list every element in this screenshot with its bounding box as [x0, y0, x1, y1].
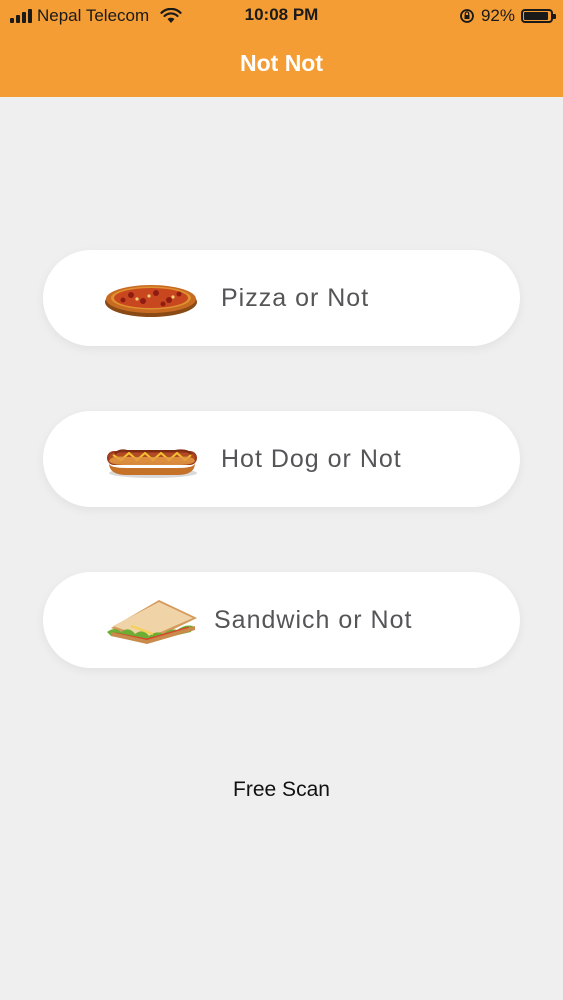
sandwich-image	[107, 600, 197, 644]
hot-dog-or-not-label: Hot Dog or Not	[221, 445, 402, 473]
status-right: 92%	[459, 6, 556, 26]
pizza-image	[105, 285, 197, 317]
battery-percent: 92%	[480, 6, 515, 25]
top-app-bar: Nepal Telecom 10:08 PM 92% Not Not	[0, 0, 563, 97]
page-title: Not Not	[239, 50, 324, 76]
hot-dog-image	[107, 449, 197, 478]
battery-icon	[521, 9, 556, 23]
orientation-lock-icon	[460, 9, 474, 23]
sandwich-or-not-button[interactable]: Sandwich or Not	[43, 572, 520, 668]
pizza-or-not-button[interactable]: Pizza or Not	[43, 250, 520, 346]
pizza-or-not-label: Pizza or Not	[221, 284, 370, 312]
status-bar: Nepal Telecom 10:08 PM 92%	[0, 0, 563, 34]
sandwich-or-not-label: Sandwich or Not	[214, 606, 413, 634]
free-scan-button[interactable]: Free Scan	[0, 778, 563, 802]
hot-dog-or-not-button[interactable]: Hot Dog or Not	[43, 411, 520, 507]
